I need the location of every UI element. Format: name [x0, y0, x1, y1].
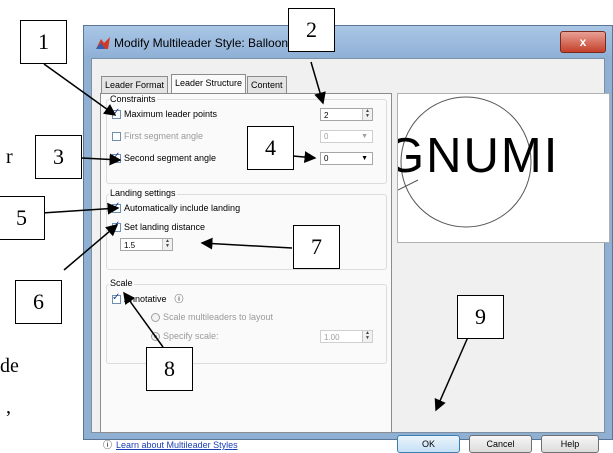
callout-9: 9: [457, 295, 504, 339]
callout-2: 2: [288, 8, 335, 52]
info-icon: ⓘ: [103, 440, 113, 450]
callout-3: 3: [35, 135, 82, 179]
annotation-arrows: [41, 61, 469, 412]
callout-1: 1: [20, 20, 67, 64]
callout-8: 8: [146, 347, 193, 391]
callout-6: 6: [15, 280, 62, 324]
callout-5: 5: [0, 196, 45, 240]
help-link-label[interactable]: Learn about Multileader Styles: [116, 439, 238, 451]
help-link[interactable]: ⓘ Learn about Multileader Styles: [103, 439, 238, 451]
callout-7: 7: [293, 225, 340, 269]
callout-4: 4: [247, 126, 294, 170]
